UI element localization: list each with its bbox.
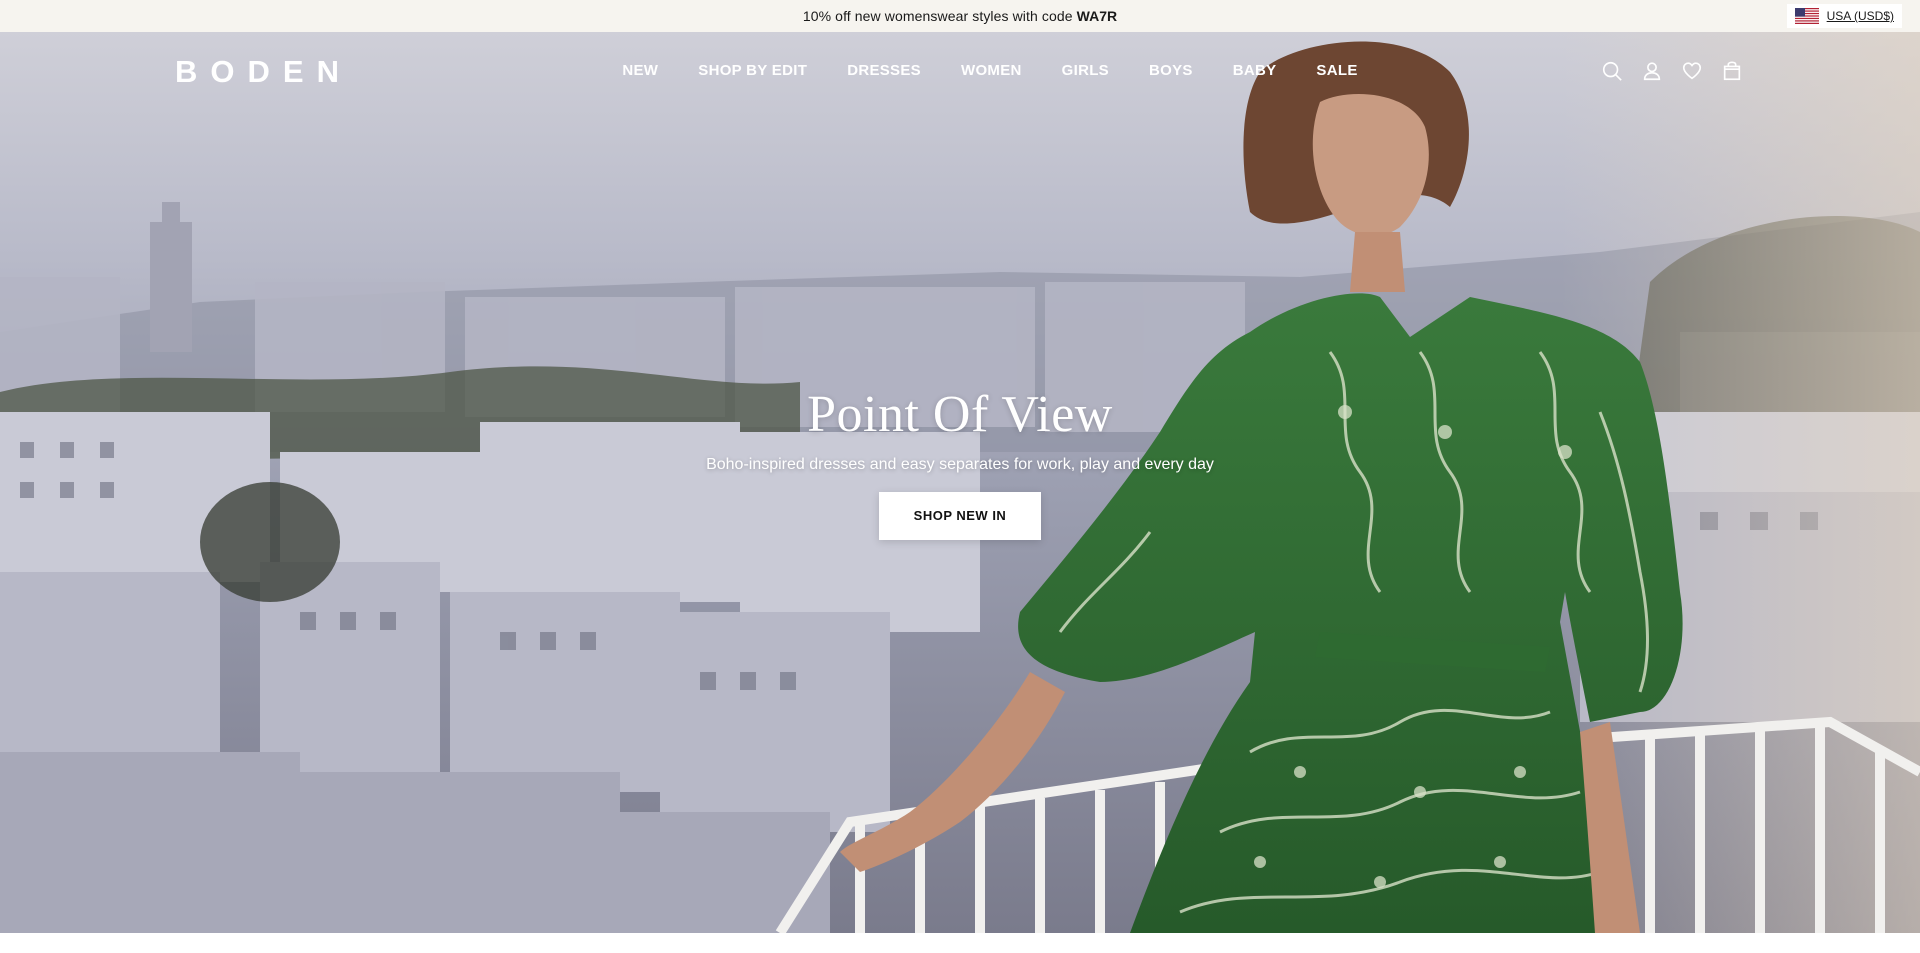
us-flag-icon — [1794, 8, 1819, 24]
shopping-bag-icon[interactable] — [1720, 59, 1744, 83]
nav-item-girls[interactable]: GIRLS — [1062, 62, 1109, 79]
header-icons — [1600, 59, 1744, 83]
nav-item-dresses[interactable]: DRESSES — [847, 62, 921, 79]
nav-item-women[interactable]: WOMEN — [961, 62, 1022, 79]
search-icon[interactable] — [1600, 59, 1624, 83]
promo-text: 10% off new womenswear styles with code — [802, 8, 1073, 24]
nav-item-shop-by-edit[interactable]: SHOP BY EDIT — [698, 62, 807, 79]
nav-item-sale[interactable]: SALE — [1316, 62, 1357, 79]
hero-subtitle: Boho-inspired dresses and easy separates… — [706, 456, 1214, 473]
site-header: BODEN NEW SHOP BY EDIT DRESSES WOMEN GIR… — [0, 32, 1920, 110]
promo-code: WA7R — [1076, 8, 1118, 24]
shop-new-in-button[interactable]: SHOP NEW IN — [879, 492, 1041, 540]
hero-copy: Point Of View Boho-inspired dresses and … — [620, 385, 1300, 540]
nav-item-boys[interactable]: BOYS — [1149, 62, 1193, 79]
account-icon[interactable] — [1640, 59, 1664, 83]
region-label[interactable]: USA (USD$) — [1827, 9, 1894, 23]
hero-title: Point Of View — [807, 386, 1113, 443]
region-selector[interactable]: USA (USD$) — [1786, 4, 1902, 28]
promo-bar: 10% off new womenswear styles with code … — [0, 0, 1920, 32]
nav-item-new[interactable]: NEW — [622, 62, 658, 79]
nav-item-baby[interactable]: BABY — [1233, 62, 1277, 79]
wishlist-heart-icon[interactable] — [1680, 59, 1704, 83]
